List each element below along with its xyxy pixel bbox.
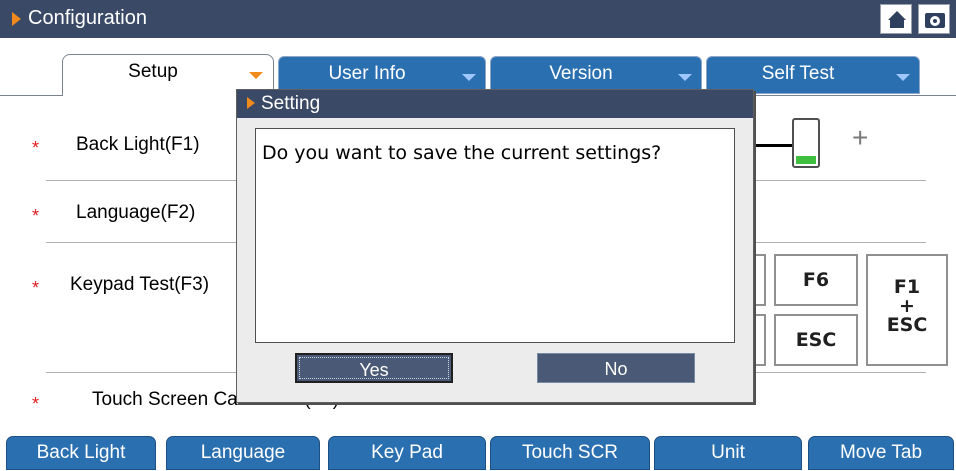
title-arrow-icon	[247, 97, 255, 109]
unit-button[interactable]: Unit	[654, 436, 802, 470]
back-light-label[interactable]: Back Light(F1)	[76, 134, 200, 156]
home-button[interactable]	[880, 4, 912, 34]
back-light-button[interactable]: Back Light	[6, 436, 156, 470]
move-tab-button[interactable]: Move Tab	[808, 436, 954, 470]
required-mark: *	[32, 206, 40, 226]
language-button[interactable]: Language	[166, 436, 320, 470]
key-pad-button[interactable]: Key Pad	[328, 436, 486, 470]
no-button[interactable]: No	[537, 353, 695, 383]
save-settings-dialog: Setting Do you want to save the current …	[236, 89, 754, 403]
key-esc: ESC	[774, 314, 858, 366]
required-mark: *	[32, 138, 40, 158]
language-label[interactable]: Language(F2)	[76, 202, 195, 224]
required-mark: *	[32, 394, 40, 414]
dialog-title: Setting	[261, 93, 321, 114]
window-title: Configuration	[28, 7, 147, 29]
home-icon	[888, 11, 906, 20]
touch-scr-button[interactable]: Touch SCR	[490, 436, 650, 470]
chevron-down-icon	[462, 74, 476, 81]
yes-button[interactable]: Yes	[295, 353, 453, 383]
chevron-down-icon	[896, 74, 910, 81]
backlight-slider-track[interactable]	[752, 144, 792, 147]
key-f1-esc-combo: F1 + ESC	[866, 254, 948, 366]
chevron-down-icon	[678, 74, 692, 81]
increase-icon[interactable]: +	[852, 122, 868, 154]
keypad-test-label[interactable]: Keypad Test(F3)	[70, 274, 209, 296]
required-mark: *	[32, 278, 40, 298]
dialog-message: Do you want to save the current settings…	[262, 142, 662, 164]
title-arrow-icon	[12, 12, 21, 26]
key-f6: F6	[774, 254, 858, 306]
dialog-message-box: Do you want to save the current settings…	[255, 128, 735, 343]
screenshot-button[interactable]	[918, 4, 950, 34]
backlight-slider-handle[interactable]	[792, 118, 820, 168]
dialog-title-bar: Setting	[237, 90, 753, 118]
chevron-down-icon	[249, 72, 263, 79]
title-bar: Configuration	[0, 0, 956, 38]
